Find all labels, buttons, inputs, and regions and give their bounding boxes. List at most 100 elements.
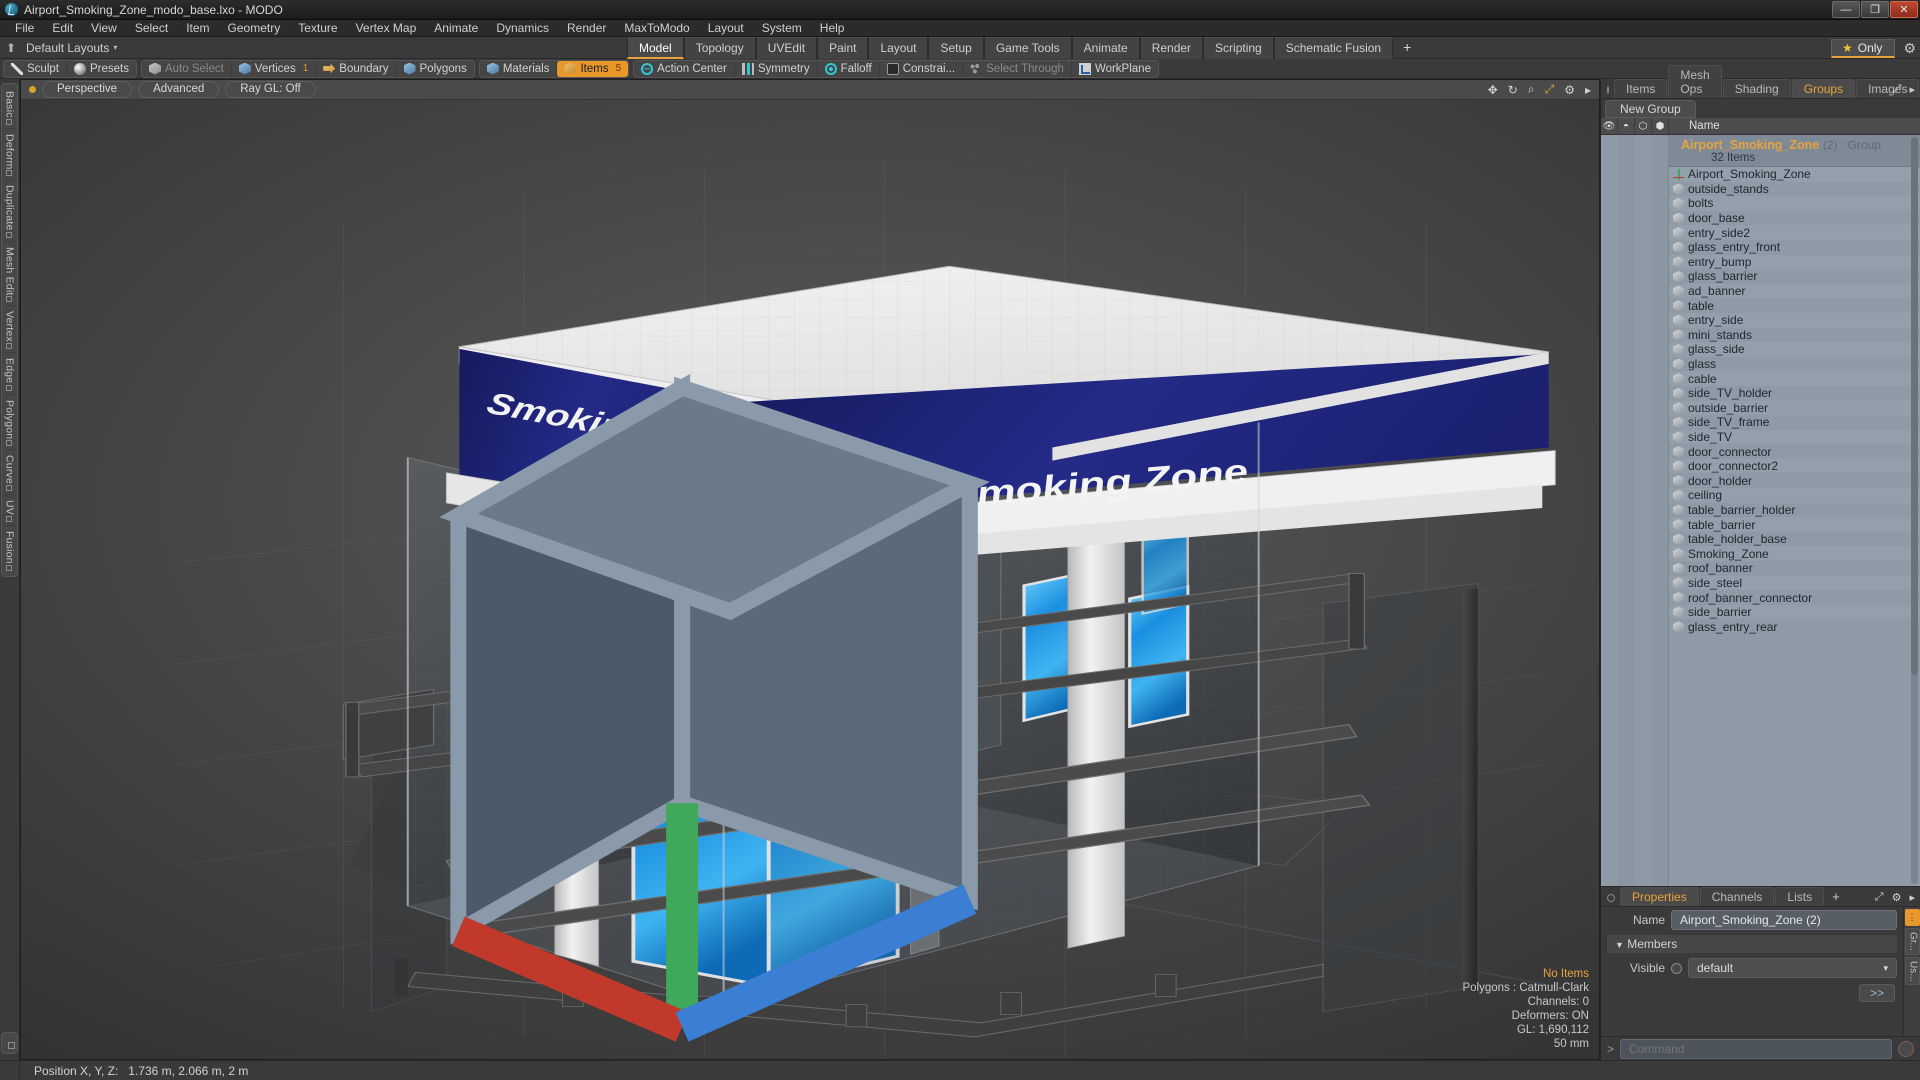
group-row[interactable]: 👁 ◓ ▢ ▢ Airport_Smoking_Zone (2) : Group… xyxy=(1601,135,1920,167)
layout-tab-topology[interactable]: Topology xyxy=(683,37,756,59)
tool-sculpt[interactable]: Sculpt xyxy=(4,60,67,77)
tool-polygons[interactable]: Polygons xyxy=(397,61,474,77)
command-record-icon[interactable] xyxy=(1898,1040,1914,1057)
item-row[interactable]: ··· outside_stands xyxy=(1601,182,1920,197)
layout-tab-scripting[interactable]: Scripting xyxy=(1203,37,1274,59)
cube-outline-icon[interactable]: ⬡ xyxy=(1635,117,1652,135)
left-rail-tab-vertex[interactable]: Vertex xyxy=(2,306,17,354)
properties-menu-dot-icon[interactable] xyxy=(1607,894,1615,902)
panel-tab-groups[interactable]: Groups xyxy=(1791,79,1856,98)
left-rail-tab-uv[interactable]: UV xyxy=(2,495,17,527)
item-row[interactable]: ··· bolts xyxy=(1601,196,1920,211)
panel-tab-shading[interactable]: Shading xyxy=(1722,79,1791,98)
layout-tab-model[interactable]: Model xyxy=(627,37,684,59)
chevron-right-icon[interactable]: ▸ xyxy=(1585,83,1591,97)
menu-system[interactable]: System xyxy=(753,20,811,37)
item-row[interactable]: ··· door_base xyxy=(1601,211,1920,226)
item-row[interactable]: ··· glass xyxy=(1601,357,1920,372)
item-row[interactable]: ··· ceiling xyxy=(1601,488,1920,503)
group-cube-outline-icon[interactable]: ▢ xyxy=(1635,137,1652,151)
item-row[interactable]: ··· glass_entry_front xyxy=(1601,240,1920,255)
viewport-raygl-button[interactable]: Ray GL: Off xyxy=(225,81,316,98)
viewport-3d[interactable]: Perspective Advanced Ray GL: Off ✥ ↻ ⌕ ⤢… xyxy=(20,79,1600,1060)
item-row[interactable]: ··· side_barrier xyxy=(1601,604,1920,620)
menu-geometry[interactable]: Geometry xyxy=(219,20,290,37)
properties-side-tab-0[interactable]: Gr... xyxy=(1904,928,1920,955)
members-caret-icon[interactable]: ▼ xyxy=(1615,940,1624,950)
menu-help[interactable]: Help xyxy=(811,20,854,37)
menu-render[interactable]: Render xyxy=(558,20,615,37)
eye-icon[interactable]: 👁 xyxy=(1601,117,1618,135)
gear-icon[interactable]: ⚙ xyxy=(1564,83,1575,97)
layout-tab-schematic-fusion[interactable]: Schematic Fusion xyxy=(1273,37,1394,59)
tool-workplane[interactable]: WorkPlane xyxy=(1072,61,1158,77)
item-row[interactable]: ··· Airport_Smoking_Zone xyxy=(1601,167,1920,182)
left-rail-tab-duplicate[interactable]: Duplicate xyxy=(2,180,17,242)
menu-file[interactable]: File xyxy=(6,20,43,37)
new-group-button[interactable]: New Group xyxy=(1605,99,1696,118)
item-row[interactable]: ··· side_TV_holder xyxy=(1601,386,1920,401)
item-row[interactable]: ··· side_steel xyxy=(1601,575,1920,591)
gear-icon[interactable]: ⚙ xyxy=(1903,40,1916,57)
expand-icon[interactable]: ⤢ xyxy=(1875,891,1884,904)
tool-presets[interactable]: Presets xyxy=(67,61,136,77)
properties-tab-properties[interactable]: Properties xyxy=(1620,887,1699,906)
viewport-shading-button[interactable]: Advanced xyxy=(138,81,220,98)
expand-icon[interactable]: ⤢ xyxy=(1893,83,1902,96)
chevron-down-icon[interactable]: ▾ xyxy=(113,43,117,52)
expand-members-button[interactable]: >> xyxy=(1858,984,1895,1002)
tool-action-center[interactable]: Action Center xyxy=(634,60,735,77)
minimize-button[interactable]: — xyxy=(1832,1,1860,18)
viewport-projection-button[interactable]: Perspective xyxy=(42,81,133,98)
item-row[interactable]: ··· door_connector xyxy=(1601,444,1920,459)
menu-dynamics[interactable]: Dynamics xyxy=(487,20,558,37)
close-button[interactable]: ✕ xyxy=(1890,1,1918,18)
rotate-icon[interactable]: ↻ xyxy=(1508,83,1518,97)
menu-layout[interactable]: Layout xyxy=(699,20,753,37)
layout-tab-uvedit[interactable]: UVEdit xyxy=(755,37,818,59)
layout-tab-setup[interactable]: Setup xyxy=(928,37,984,59)
members-section-header[interactable]: ▼ Members xyxy=(1607,935,1897,953)
add-layout-tab-button[interactable]: + xyxy=(1393,37,1421,59)
layout-tab-paint[interactable]: Paint xyxy=(817,37,869,59)
tool-constrai[interactable]: Constrai... xyxy=(880,60,964,77)
add-properties-tab-button[interactable]: + xyxy=(1825,887,1847,906)
properties-side-tab-1[interactable]: Us... xyxy=(1904,956,1920,986)
menu-texture[interactable]: Texture xyxy=(289,20,346,37)
item-list-scrollbar[interactable] xyxy=(1911,137,1918,884)
render-icon[interactable]: ◓ xyxy=(1618,117,1635,135)
axis-gizmo[interactable] xyxy=(21,100,1599,1059)
tool-boundary[interactable]: Boundary xyxy=(316,60,397,77)
name-field[interactable]: Airport_Smoking_Zone (2) xyxy=(1671,910,1897,930)
default-layouts-label[interactable]: Default Layouts xyxy=(26,41,109,55)
chevron-right-icon[interactable]: ▸ xyxy=(1909,83,1915,96)
visible-select[interactable]: default ▾ xyxy=(1688,958,1897,978)
visible-radio[interactable] xyxy=(1671,962,1682,974)
fit-icon[interactable]: ⤢ xyxy=(1545,82,1555,97)
tool-select-through[interactable]: Select Through xyxy=(963,60,1072,77)
layout-tab-layout[interactable]: Layout xyxy=(868,37,929,59)
menu-select[interactable]: Select xyxy=(126,20,177,37)
group-cube-solid-icon[interactable]: ▢ xyxy=(1652,137,1669,151)
item-row[interactable]: ··· glass_side xyxy=(1601,342,1920,357)
item-row[interactable]: ··· table_barrier_holder xyxy=(1601,503,1920,518)
menu-animate[interactable]: Animate xyxy=(425,20,487,37)
properties-tab-lists[interactable]: Lists xyxy=(1775,887,1825,906)
home-icon[interactable]: ⬆ xyxy=(0,41,22,55)
item-row[interactable]: ··· cable xyxy=(1601,371,1920,386)
item-row[interactable]: ··· side_TV_frame xyxy=(1601,415,1920,430)
item-row[interactable]: ··· glass_entry_rear xyxy=(1601,619,1920,634)
tool-vertices[interactable]: Vertices 1 xyxy=(232,60,317,77)
menu-edit[interactable]: Edit xyxy=(43,20,82,37)
left-rail-tab-deform[interactable]: Deform xyxy=(2,129,17,181)
left-rail-tab-mesh-edit[interactable]: Mesh Edit xyxy=(2,242,17,307)
tool-materials[interactable]: Materials xyxy=(480,60,558,77)
group-name[interactable]: Airport_Smoking_Zone xyxy=(1681,138,1819,152)
menu-maxtomodo[interactable]: MaxToModo xyxy=(615,20,698,37)
viewport-scene[interactable]: Smoking Zone Smoking Zone xyxy=(21,100,1599,1059)
panel-tab-items[interactable]: Items xyxy=(1614,79,1668,98)
layout-tab-game-tools[interactable]: Game Tools xyxy=(983,37,1072,59)
item-row[interactable]: ··· mini_stands xyxy=(1601,328,1920,343)
layout-tab-animate[interactable]: Animate xyxy=(1071,37,1140,59)
tool-items[interactable]: Items 5 xyxy=(557,60,629,77)
